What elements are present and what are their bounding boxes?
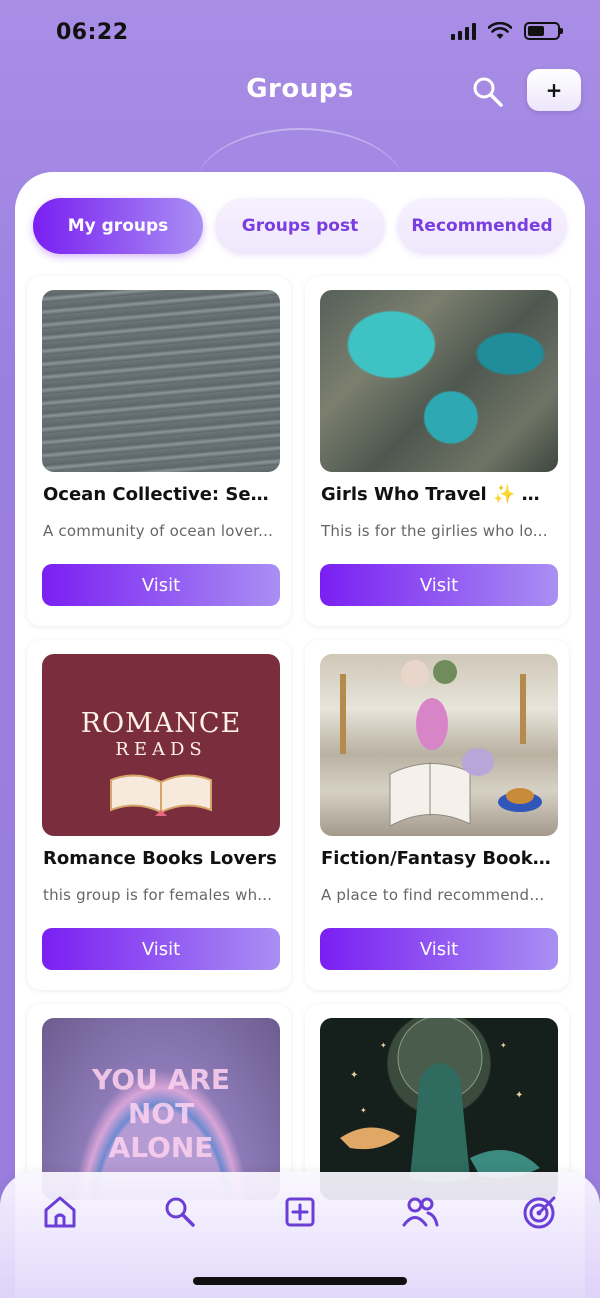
- group-title: Girls Who Travel ✨ 🌎 ...: [321, 484, 557, 505]
- visit-button[interactable]: Visit: [320, 928, 558, 970]
- visit-button[interactable]: Visit: [320, 564, 558, 606]
- svg-text:✦: ✦: [360, 1106, 367, 1115]
- search-icon: [165, 1197, 195, 1227]
- visit-button[interactable]: Visit: [42, 564, 280, 606]
- groups-panel: My groups Groups post Recommended Ocean …: [15, 172, 585, 1298]
- group-title: Fiction/Fantasy Bookw...: [321, 848, 557, 869]
- cellular-signal-icon: [451, 22, 476, 40]
- search-icon: [473, 77, 503, 107]
- add-post-icon: [285, 1197, 315, 1227]
- open-book-icon: [110, 774, 212, 816]
- group-card: Fiction/Fantasy Bookw... A place to find…: [305, 640, 569, 990]
- nav-groups[interactable]: [400, 1192, 440, 1232]
- add-group-button[interactable]: +: [527, 69, 581, 111]
- home-icon: [44, 1196, 76, 1228]
- search-button[interactable]: [470, 74, 506, 110]
- tab-recommended[interactable]: Recommended: [397, 198, 567, 254]
- nav-home[interactable]: [40, 1192, 80, 1232]
- group-image[interactable]: [42, 290, 280, 472]
- group-description: A place to find recommenda...: [321, 886, 553, 904]
- svg-text:✦: ✦: [515, 1090, 523, 1101]
- group-image[interactable]: [320, 290, 558, 472]
- you-are-not-alone-text: YOU ARE NOT ALONE: [92, 1063, 230, 1164]
- groups-icon: [402, 1197, 439, 1227]
- group-description: this group is for females wh...: [43, 886, 273, 904]
- status-time: 06:22: [56, 20, 129, 45]
- status-icons: [451, 22, 563, 40]
- battery-icon: [524, 22, 563, 40]
- group-title: Romance Books Lovers: [43, 848, 277, 869]
- visit-button[interactable]: Visit: [42, 928, 280, 970]
- home-indicator: [193, 1277, 407, 1285]
- svg-text:✦: ✦: [350, 1070, 358, 1081]
- svg-text:✦: ✦: [500, 1041, 507, 1050]
- status-bar: 06:22: [0, 0, 600, 64]
- tab-bar: My groups Groups post Recommended: [33, 198, 567, 254]
- page-title: Groups: [246, 74, 354, 104]
- romance-logo-line2: READS: [115, 739, 207, 760]
- group-title: Ocean Collective: Sea S...: [43, 484, 279, 505]
- wifi-icon: [488, 22, 512, 39]
- target-icon: [523, 1196, 556, 1229]
- tab-groups-post[interactable]: Groups post: [215, 198, 385, 254]
- nav-goals[interactable]: [520, 1192, 560, 1232]
- nav-search[interactable]: [160, 1192, 200, 1232]
- tea-table-illustration: [340, 660, 542, 827]
- group-card: Ocean Collective: Sea S... A community o…: [27, 276, 291, 626]
- group-card: Girls Who Travel ✨ 🌎 ... This is for the…: [305, 276, 569, 626]
- nav-add-post[interactable]: [280, 1192, 320, 1232]
- group-description: A community of ocean lover...: [43, 522, 274, 540]
- tab-my-groups[interactable]: My groups: [33, 198, 203, 254]
- group-description: This is for the girlies who lo...: [321, 522, 548, 540]
- group-image[interactable]: ROMANCE READS: [42, 654, 280, 836]
- romance-logo-line1: ROMANCE: [80, 708, 242, 739]
- group-card: ROMANCE READS Romance Books Lovers this …: [27, 640, 291, 990]
- group-image[interactable]: [320, 654, 558, 836]
- svg-text:✦: ✦: [380, 1041, 387, 1050]
